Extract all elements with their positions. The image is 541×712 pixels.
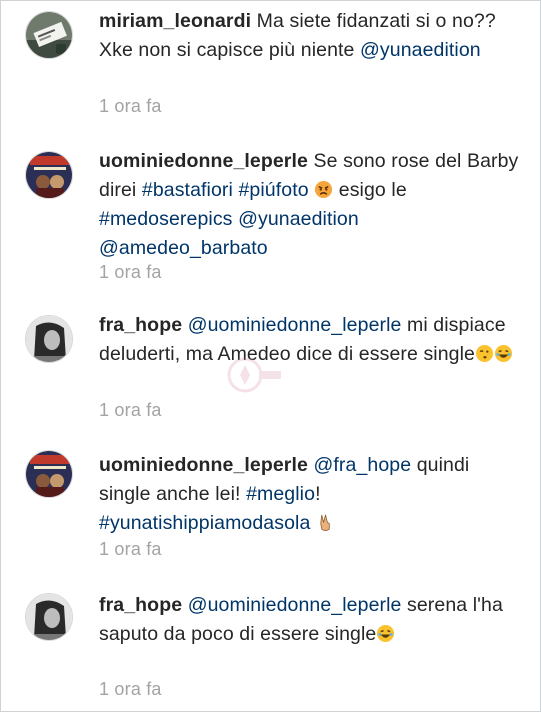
laughing-face-emoji: [494, 344, 513, 363]
comment-timestamp: 1 ora fa: [99, 400, 162, 420]
avatar-fra-hope[interactable]: [25, 593, 73, 641]
comment-timestamp: 1 ora fa: [99, 262, 162, 282]
avatar-fra-hope[interactable]: [25, 315, 73, 363]
comment-username[interactable]: fra_hope: [99, 594, 182, 616]
laughing-face-emoji: [377, 624, 395, 643]
comment-text: uominiedonne_leperle Se sono rose del Ba…: [99, 147, 519, 263]
bw-portrait-icon: [26, 594, 72, 640]
mention-link[interactable]: @fra_hope: [314, 454, 412, 476]
victory-hand-emoji: [320, 514, 330, 531]
comment-text: uominiedonne_leperle @fra_hope quindi si…: [99, 454, 470, 534]
avatar-uominiedonne-leperle[interactable]: [25, 450, 73, 498]
comment-username[interactable]: uominiedonne_leperle: [99, 150, 308, 172]
magazine-cover-icon: [26, 451, 72, 497]
mention-link[interactable]: @uominiedonne_leperle: [188, 594, 402, 616]
hashtag-link[interactable]: #piúfoto: [238, 179, 308, 201]
receipt-photo-icon: [26, 12, 72, 58]
comment-message: esigo le: [338, 179, 407, 201]
hashtag-link[interactable]: #bastafiori: [142, 179, 233, 201]
comment-text: fra_hope @uominiedonne_leperle serena l'…: [99, 591, 519, 649]
watermark-logo-icon: [227, 357, 281, 393]
comment-text: fra_hope @uominiedonne_leperle mi dispia…: [99, 311, 519, 369]
mention-link[interactable]: @yunaedition: [238, 208, 359, 230]
hashtag-link[interactable]: #meglio: [246, 483, 315, 505]
avatar-miriam-leonardi[interactable]: [25, 11, 73, 59]
comment-username[interactable]: fra_hope: [99, 314, 182, 336]
magazine-cover-icon: [26, 152, 72, 198]
mention-link[interactable]: @amedeo_barbato: [99, 237, 268, 259]
comment-text: miriam_leonardi Ma siete fidanzati si o …: [99, 7, 519, 65]
mention-link[interactable]: @uominiedonne_leperle: [188, 314, 402, 336]
hashtag-link[interactable]: #yunatishippiamodasola: [99, 512, 310, 534]
comment-timestamp: 1 ora fa: [99, 539, 162, 559]
angry-face-emoji: [315, 180, 333, 199]
kissing-face-emoji: [475, 344, 494, 363]
hashtag-link[interactable]: #medoserepics: [99, 208, 233, 230]
mention-link[interactable]: @yunaedition: [360, 39, 481, 61]
comments-panel: miriam_leonardi Ma siete fidanzati si o …: [0, 0, 541, 712]
comment-timestamp: 1 ora fa: [99, 679, 162, 699]
comment-username[interactable]: uominiedonne_leperle: [99, 454, 308, 476]
bw-portrait-icon: [26, 316, 72, 362]
avatar-uominiedonne-leperle[interactable]: [25, 151, 73, 199]
comment-timestamp: 1 ora fa: [99, 96, 162, 116]
comment-username[interactable]: miriam_leonardi: [99, 10, 251, 32]
